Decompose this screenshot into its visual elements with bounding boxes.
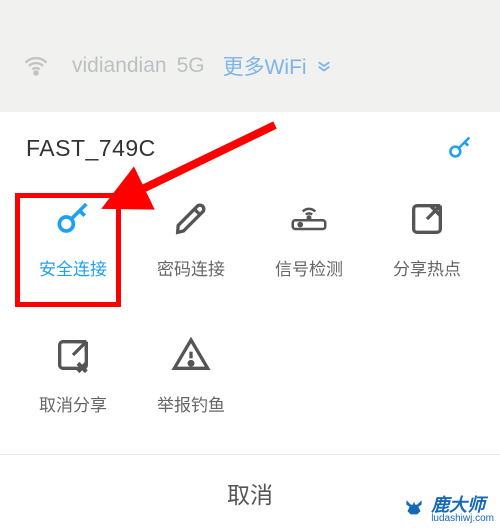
sheet-title: FAST_749C: [26, 135, 156, 162]
tile-password-connect[interactable]: 密码连接: [132, 184, 250, 294]
tile-label: 密码连接: [157, 255, 225, 280]
tile-report-phishing[interactable]: 举报钓鱼: [132, 320, 250, 430]
tile-label: 分享热点: [393, 255, 461, 280]
tile-label: 安全连接: [39, 255, 107, 280]
wifi-name-text: vidiandian: [72, 54, 167, 78]
watermark-url: ludashiwj.com: [431, 514, 494, 524]
tile-signal-detect[interactable]: 信号检测: [250, 184, 368, 294]
chevron-down-icon: [315, 57, 333, 75]
tile-secure-connect[interactable]: 安全连接: [14, 184, 132, 294]
tile-label: 取消分享: [39, 391, 107, 416]
action-sheet: FAST_749C 安全连接: [0, 112, 500, 530]
key-icon: [446, 134, 474, 162]
cancel-label: 取消: [227, 476, 273, 510]
warning-icon: [171, 335, 211, 375]
wifi-signal-icon: [22, 52, 50, 80]
sheet-header: FAST_749C: [0, 112, 500, 184]
wifi-band-text: 5G: [177, 54, 205, 78]
tile-label: 举报钓鱼: [157, 391, 225, 416]
key-icon: [53, 199, 93, 239]
more-wifi-label: 更多WiFi: [223, 51, 307, 81]
share-icon: [407, 199, 447, 239]
tile-label: 信号检测: [275, 255, 343, 280]
action-grid: 安全连接 密码连接 信号检测: [0, 184, 500, 430]
deer-logo-icon: [401, 497, 427, 523]
tile-cancel-share[interactable]: 取消分享: [14, 320, 132, 430]
router-icon: [289, 199, 329, 239]
tile-share-hotspot[interactable]: 分享热点: [368, 184, 486, 294]
watermark: 鹿大师 ludashiwj.com: [401, 496, 494, 524]
more-wifi-link[interactable]: 更多WiFi: [223, 51, 333, 81]
share-cancel-icon: [53, 335, 93, 375]
watermark-text: 鹿大师: [431, 496, 494, 514]
pencil-icon: [171, 199, 211, 239]
wifi-list-row: vidiandian 5G 更多WiFi: [0, 44, 500, 88]
